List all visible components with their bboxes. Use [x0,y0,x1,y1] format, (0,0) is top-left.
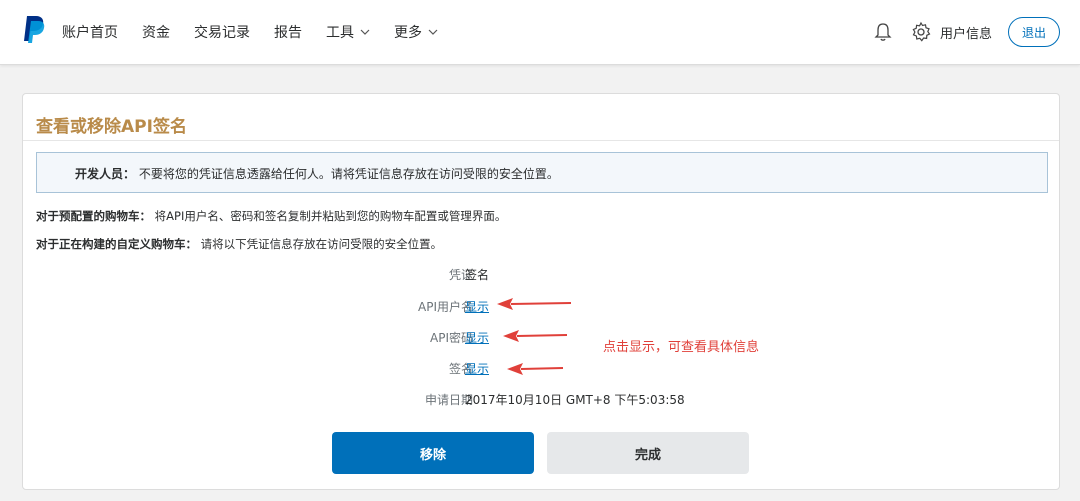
bell-icon[interactable] [872,21,894,43]
divider [23,140,1059,141]
gear-icon[interactable] [910,21,932,43]
main-nav: 账户首页 资金 交易记录 报告 工具 更多 [62,0,462,64]
nav-item-transactions[interactable]: 交易记录 [194,22,250,42]
annotation-text: 点击显示，可查看具体信息 [603,340,760,355]
annotation-arrow-icon [503,330,568,342]
page-title: 查看或移除API签名 [36,117,187,137]
nav-item-label: 工具 [326,25,354,41]
api-signature-card: 查看或移除API签名 开发人员： 不要将您的凭证信息透露给任何人。请将凭证信息存… [22,93,1060,490]
nav-item-label: 账户首页 [62,25,118,41]
para-label: 对于预配置的购物车： [36,209,151,223]
nav-item-funds[interactable]: 资金 [142,22,170,42]
header-actions: 用户信息 退出 [872,0,1060,64]
notice-label: 开发人员： [75,167,136,181]
custom-cart-paragraph: 对于正在构建的自定义购物车： 请将以下凭证信息存放在访问受限的安全位置。 [36,236,442,252]
chevron-down-icon [360,29,370,35]
remove-button[interactable]: 移除 [332,432,534,474]
credential-type-value: 签名 [465,268,490,282]
para-text: 将API用户名、密码和签名复制并粘贴到您的购物车配置或管理界面。 [154,209,507,223]
annotation-arrow-icon [497,298,572,310]
nav-item-label: 报告 [274,25,302,41]
notice-body: 不要将您的凭证信息透露给任何人。请将凭证信息存放在访问受限的安全位置。 [138,167,559,181]
show-api-username-link[interactable]: 显示 [465,298,489,315]
developer-notice: 开发人员： 不要将您的凭证信息透露给任何人。请将凭证信息存放在访问受限的安全位置… [36,152,1048,193]
para-label: 对于正在构建的自定义购物车： [36,237,197,251]
nav-item-label: 资金 [142,25,170,41]
nav-item-more[interactable]: 更多 [394,22,438,42]
nav-item-account-home[interactable]: 账户首页 [62,22,118,42]
notice-text: 开发人员： 不要将您的凭证信息透露给任何人。请将凭证信息存放在访问受限的安全位置… [75,165,559,182]
paypal-logo[interactable] [22,14,46,44]
nav-item-label: 更多 [394,25,422,41]
top-navigation-bar: 账户首页 资金 交易记录 报告 工具 更多 用户信息 退出 [0,0,1080,65]
logout-button[interactable]: 退出 [1008,17,1060,47]
nav-item-reports[interactable]: 报告 [274,22,302,42]
done-button[interactable]: 完成 [547,432,749,474]
annotation-arrow-icon [507,363,564,375]
nav-item-tools[interactable]: 工具 [326,22,370,42]
chevron-down-icon [428,29,438,35]
user-info-link[interactable]: 用户信息 [940,23,992,42]
request-date-value: 2017年10月10日 GMT+8 下午5:03:58 [465,393,685,407]
show-signature-link[interactable]: 显示 [465,360,489,377]
preconfigured-cart-paragraph: 对于预配置的购物车： 将API用户名、密码和签名复制并粘贴到您的购物车配置或管理… [36,208,506,224]
nav-item-label: 交易记录 [194,25,250,41]
para-text: 请将以下凭证信息存放在访问受限的安全位置。 [200,237,443,251]
show-api-password-link[interactable]: 显示 [465,329,489,346]
